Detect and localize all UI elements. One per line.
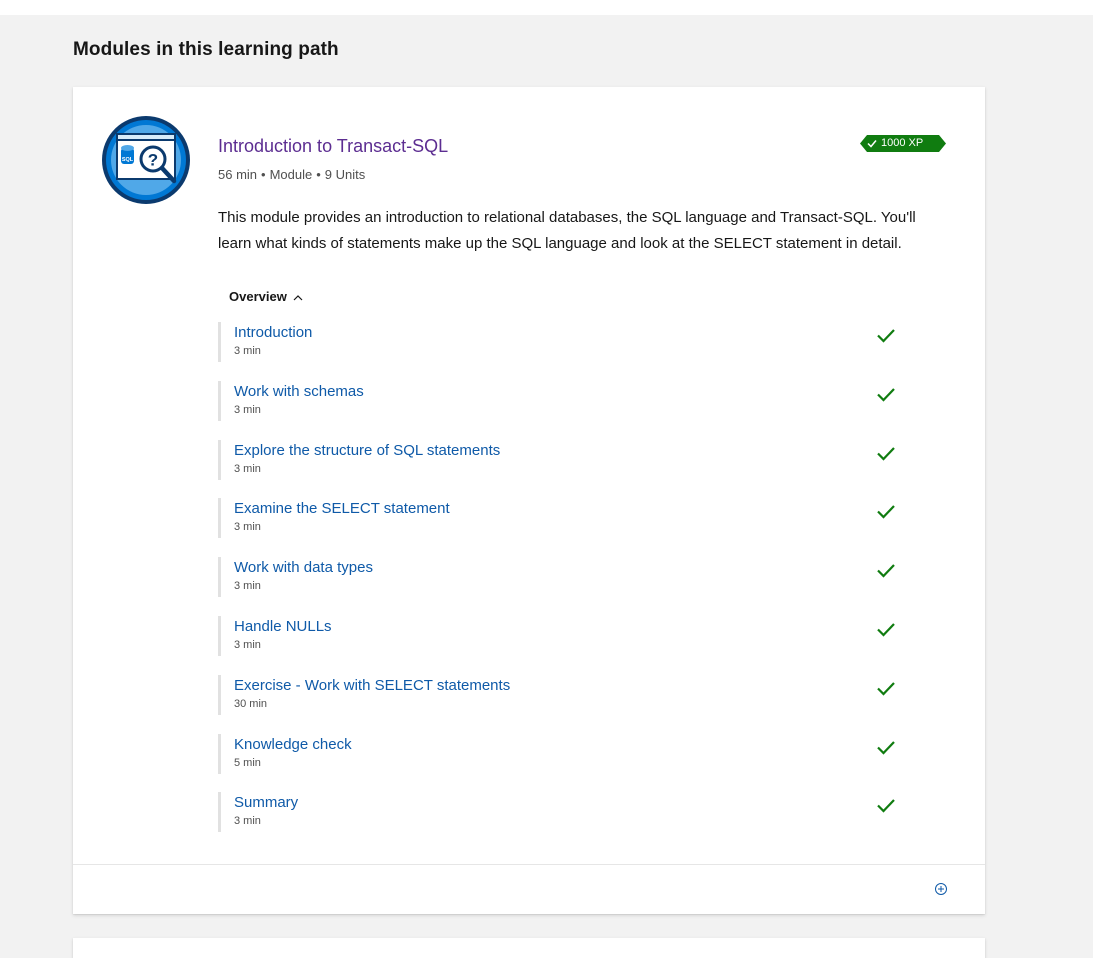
add-to-collection-button[interactable] (934, 882, 948, 896)
unit-item: Work with schemas 3 min (218, 380, 918, 421)
unit-item: Explore the structure of SQL statements … (218, 439, 918, 480)
unit-title-link[interactable]: Exercise - Work with SELECT statements (234, 675, 918, 696)
unit-duration: 3 min (234, 521, 261, 534)
unit-item: Introduction 3 min (218, 322, 918, 362)
overview-label: Overview (229, 289, 287, 304)
section-title: Modules in this learning path (73, 39, 339, 60)
overview-toggle[interactable]: Overview (229, 289, 303, 304)
circle-plus-icon (934, 883, 948, 900)
top-strip (0, 0, 1093, 15)
unit-duration: 3 min (234, 403, 261, 416)
unit-item: Work with data types 3 min (218, 557, 918, 598)
unit-duration: 3 min (234, 815, 261, 828)
unit-title-link[interactable]: Examine the SELECT statement (234, 498, 918, 519)
checkmark-icon (876, 562, 896, 578)
meta-separator: • (316, 167, 321, 182)
checkmark-icon (876, 503, 896, 519)
checkmark-icon (876, 739, 896, 755)
card-divider (73, 864, 985, 865)
unit-item: Exercise - Work with SELECT statements 3… (218, 674, 918, 715)
unit-title-link[interactable]: Summary (234, 792, 918, 813)
unit-duration: 3 min (234, 580, 261, 593)
module-meta: 56 min • Module • 9 Units (218, 167, 365, 182)
meta-separator: • (261, 167, 266, 182)
module-duration: 56 min (218, 167, 258, 182)
unit-duration: 3 min (234, 345, 261, 357)
unit-duration: 3 min (234, 638, 261, 651)
unit-duration: 5 min (234, 756, 261, 769)
xp-label: 1000 XP (881, 137, 924, 149)
module-description: This module provides an introduction to … (218, 209, 916, 252)
module-badge-icon: SQL ? (101, 115, 191, 205)
xp-badge: 1000 XP (860, 135, 946, 152)
checkmark-icon (876, 386, 896, 402)
unit-item: Knowledge check 5 min (218, 733, 918, 774)
unit-item: Examine the SELECT statement 3 min (218, 498, 918, 539)
module-card: SQL ? Introduction to Transact-SQL 56 mi… (73, 87, 985, 914)
chevron-up-icon (293, 289, 303, 304)
checkmark-icon (876, 621, 896, 637)
unit-item: Summary 3 min (218, 792, 918, 833)
checkmark-icon (876, 797, 896, 813)
sql-badge-text: SQL (122, 157, 134, 163)
unit-duration: 30 min (234, 697, 268, 710)
unit-title-link[interactable]: Explore the structure of SQL statements (234, 440, 918, 461)
unit-title-link[interactable]: Work with schemas (234, 381, 918, 402)
unit-item: Handle NULLs 3 min (218, 615, 918, 656)
unit-title-link[interactable]: Knowledge check (234, 734, 918, 755)
unit-list: Introduction 3 min Work with schemas 3 m… (218, 322, 918, 851)
unit-duration: 3 min (234, 462, 261, 475)
checkmark-icon (876, 445, 896, 461)
next-module-card (73, 938, 985, 958)
module-title-link[interactable]: Introduction to Transact-SQL (218, 136, 448, 157)
module-units-count: 9 Units (324, 167, 366, 182)
checkmark-icon (876, 327, 896, 343)
unit-title-link[interactable]: Work with data types (234, 557, 918, 578)
svg-text:?: ? (148, 151, 158, 170)
module-type: Module (269, 167, 313, 182)
unit-title-link[interactable]: Introduction (234, 322, 918, 343)
checkmark-icon (876, 680, 896, 696)
unit-title-link[interactable]: Handle NULLs (234, 616, 918, 637)
